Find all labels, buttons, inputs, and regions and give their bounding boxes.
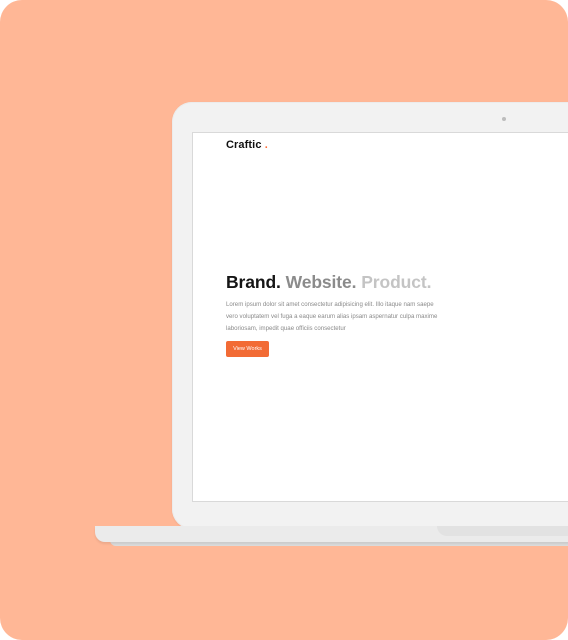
promo-card: Craftic . Brand. Website. Product. Lorem… [0, 0, 568, 640]
camera-icon [502, 117, 506, 121]
headline-brand: Brand. [226, 272, 281, 292]
logo-text: Craftic [226, 139, 262, 151]
site-logo[interactable]: Craftic . [226, 139, 268, 151]
hero-headline: Brand. Website. Product. [226, 272, 431, 293]
logo-dot: . [264, 139, 268, 151]
laptop-lid: Craftic . Brand. Website. Product. Lorem… [172, 102, 568, 529]
laptop-screen: Craftic . Brand. Website. Product. Lorem… [192, 132, 568, 502]
laptop-notch [437, 526, 568, 536]
hero-description: Lorem ipsum dolor sit amet consectetur a… [226, 301, 438, 332]
headline-product: Product. [361, 272, 432, 292]
headline-website: Website. [285, 272, 357, 292]
view-works-button[interactable]: View Works [226, 341, 269, 357]
